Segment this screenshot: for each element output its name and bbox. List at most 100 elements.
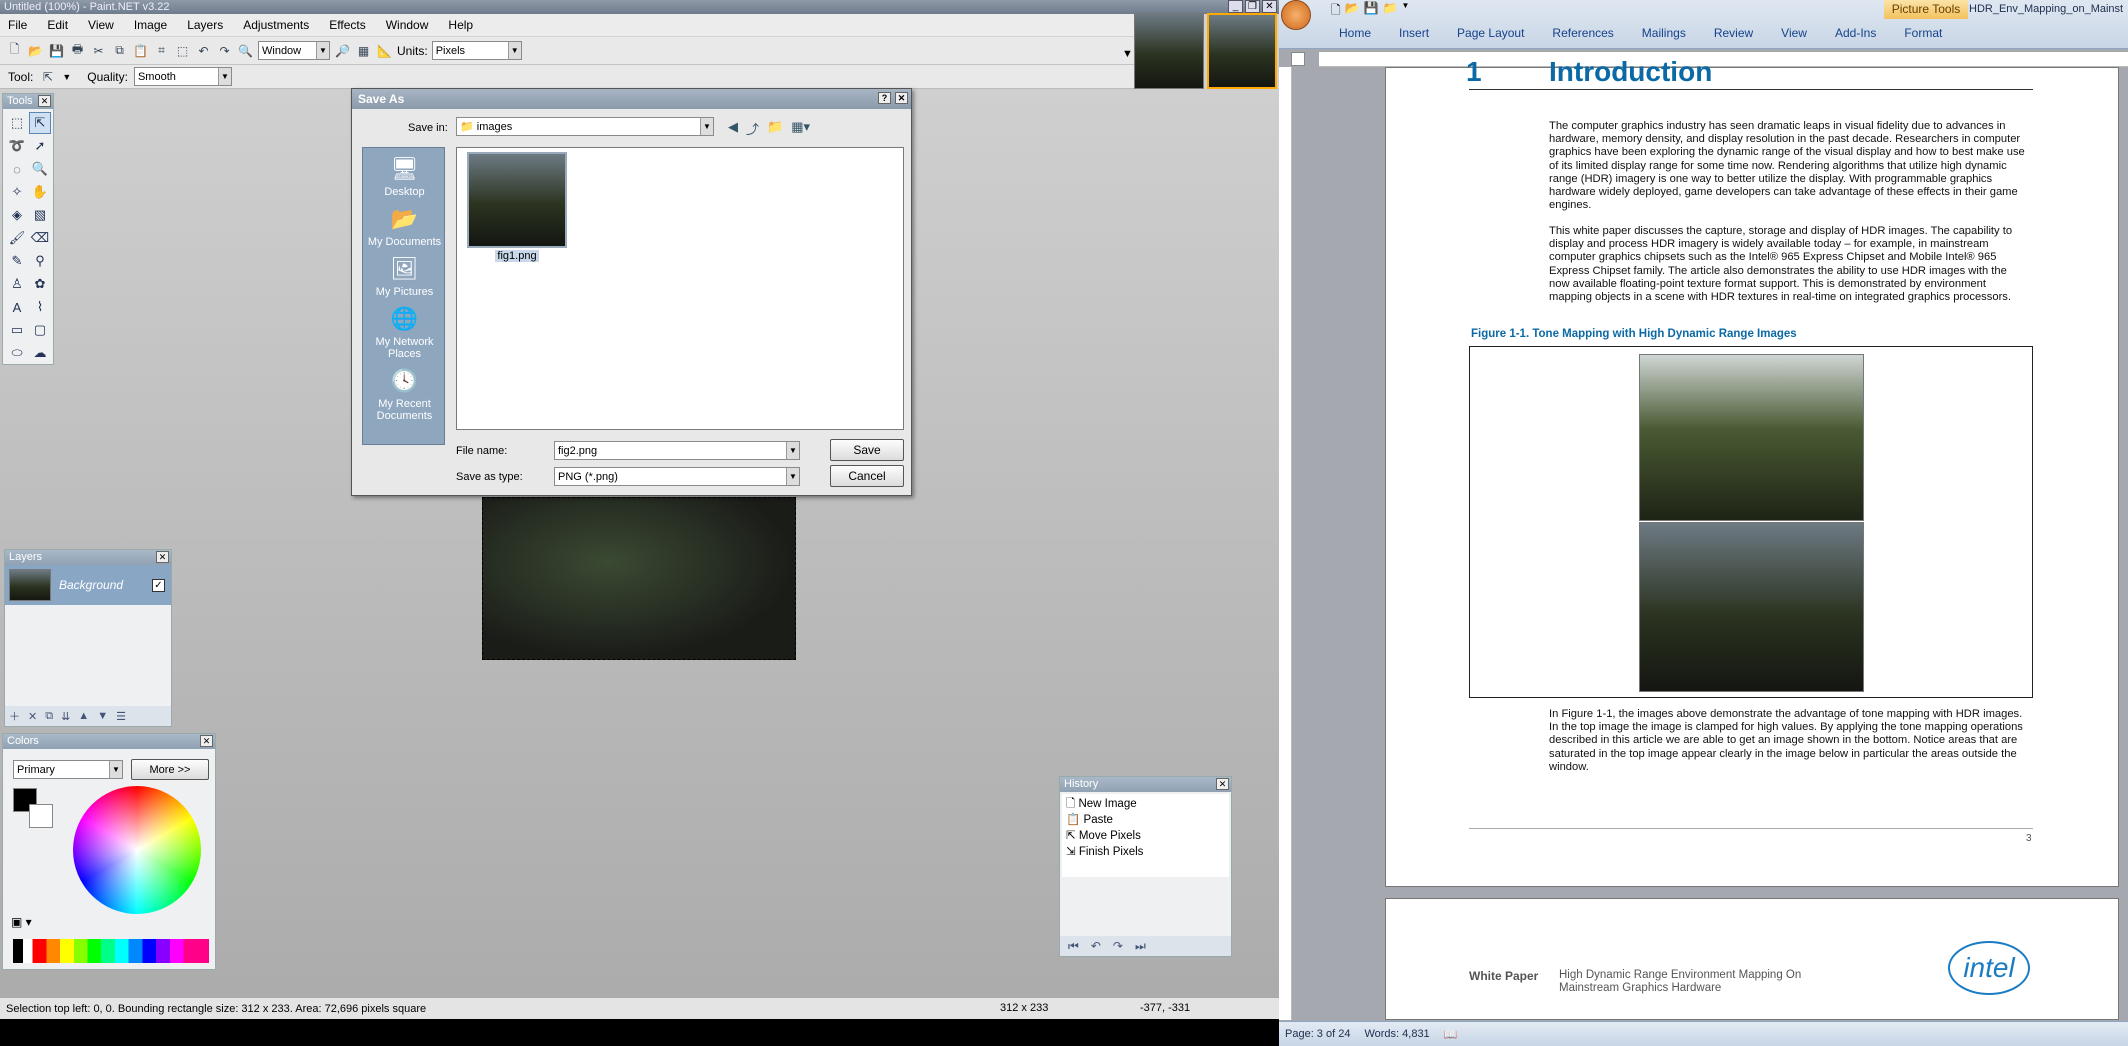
eraser-icon[interactable]: ⌫ <box>29 227 51 249</box>
new-icon[interactable]: 🗋 <box>1331 1 1341 22</box>
tab-home[interactable]: Home <box>1339 26 1371 40</box>
ellipse-select-icon[interactable]: ◌ <box>6 158 28 180</box>
text-icon[interactable]: A <box>6 296 28 318</box>
rounded-rectangle-icon[interactable]: ▢ <box>29 319 51 341</box>
ruler-toggle[interactable] <box>1291 52 1305 66</box>
menu-edit[interactable]: Edit <box>47 18 68 32</box>
folder-icon[interactable]: 📁 <box>1383 1 1398 22</box>
history-item[interactable]: 🗋 New Image <box>1062 796 1229 812</box>
paste-icon[interactable]: 📋 <box>132 42 149 59</box>
view-menu-icon[interactable]: ▦▾ <box>791 119 810 138</box>
move-selection-icon[interactable]: ⇱ <box>29 112 51 134</box>
tab-view[interactable]: View <box>1781 26 1807 40</box>
add-layer-icon[interactable]: ＋ <box>9 708 20 724</box>
toolbar-overflow-icon[interactable]: ▼ <box>1122 48 1133 60</box>
layer-row-background[interactable]: Background ✓ <box>5 565 171 605</box>
move-down-icon[interactable]: ▼ <box>97 710 108 722</box>
place-desktop[interactable]: 🖥 Desktop <box>363 154 446 198</box>
history-item[interactable]: ⇱ Move Pixels <box>1062 828 1229 844</box>
copy-icon[interactable]: ⧉ <box>111 42 128 59</box>
tab-page-layout[interactable]: Page Layout <box>1457 26 1524 40</box>
save-in-combo[interactable]: 📁 images ▼ <box>456 117 714 136</box>
help-icon[interactable]: ? <box>878 92 891 104</box>
back-icon[interactable]: ◀ <box>728 119 738 138</box>
layer-properties-icon[interactable]: ☰ <box>116 710 126 723</box>
menu-help[interactable]: Help <box>448 18 473 32</box>
paint-bucket-icon[interactable]: ◈ <box>6 204 28 226</box>
horizontal-ruler[interactable] <box>1319 52 2128 67</box>
undo-icon[interactable]: ↶ <box>1091 939 1101 953</box>
move-up-icon[interactable]: ▲ <box>78 710 89 722</box>
document-page[interactable]: White Paper High Dynamic Range Environme… <box>1385 898 2119 1020</box>
figure-image-top[interactable] <box>1639 354 1864 521</box>
undo-icon[interactable]: ↶ <box>195 42 212 59</box>
quality-combo[interactable]: Smooth ▼ <box>133 67 232 86</box>
image-tab-thumbnail-1[interactable] <box>1134 13 1204 89</box>
place-my-pictures[interactable]: 🖼 My Pictures <box>363 254 446 298</box>
vertical-ruler[interactable] <box>1279 67 1292 1020</box>
menu-file[interactable]: File <box>8 18 27 32</box>
color-palette-strip[interactable] <box>13 939 209 963</box>
close-icon[interactable]: ✕ <box>156 551 169 563</box>
lasso-icon[interactable]: ➰ <box>6 135 28 157</box>
office-button[interactable] <box>1281 0 1311 30</box>
open-icon[interactable]: 📂 <box>1345 1 1360 22</box>
save-as-type-combo[interactable]: PNG (*.png) ▼ <box>554 467 800 486</box>
restore-button[interactable]: ❐ <box>1245 0 1260 13</box>
history-item[interactable]: ⇲ Finish Pixels <box>1062 844 1229 860</box>
save-button[interactable]: Save <box>830 439 904 461</box>
pencil-icon[interactable]: ✎ <box>6 250 28 272</box>
fast-forward-icon[interactable]: ⏭ <box>1135 939 1146 954</box>
ellipse-icon[interactable]: ⬭ <box>6 342 28 364</box>
tab-review[interactable]: Review <box>1714 26 1753 40</box>
menu-adjustments[interactable]: Adjustments <box>243 18 309 32</box>
deselect-icon[interactable]: ⬚ <box>174 42 191 59</box>
menu-effects[interactable]: Effects <box>329 18 365 32</box>
zoom-in-icon[interactable]: 🔎 <box>334 42 351 59</box>
tab-mailings[interactable]: Mailings <box>1642 26 1686 40</box>
save-icon[interactable]: 💾 <box>1364 1 1379 22</box>
cut-icon[interactable]: ✂ <box>90 42 107 59</box>
rewind-icon[interactable]: ⏮ <box>1068 939 1079 954</box>
place-my-documents[interactable]: 📂 My Documents <box>363 204 446 248</box>
file-list[interactable]: fig1.png <box>456 147 904 430</box>
close-button[interactable]: ✕ <box>1262 0 1277 13</box>
color-picker-icon[interactable]: ⚲ <box>29 250 51 272</box>
menu-image[interactable]: Image <box>134 18 167 32</box>
tab-format[interactable]: Format <box>1904 26 1942 40</box>
cancel-button[interactable]: Cancel <box>830 465 904 487</box>
paintbrush-icon[interactable]: 🖌 <box>6 227 28 249</box>
zoom-combo[interactable]: Window ▼ <box>258 41 330 60</box>
palette-options-icon[interactable]: ▣ ▾ <box>11 915 32 929</box>
history-item[interactable]: 📋 Paste <box>1062 812 1229 828</box>
status-page[interactable]: Page: 3 of 24 <box>1285 1028 1350 1040</box>
save-icon[interactable]: 💾 <box>48 42 65 59</box>
zoom-icon[interactable]: 🔍 <box>29 158 51 180</box>
rulers-icon[interactable]: 📐 <box>376 42 393 59</box>
file-name-input[interactable]: fig2.png ▼ <box>554 441 800 460</box>
print-icon[interactable]: 🖶 <box>69 42 86 59</box>
place-recent[interactable]: 🕓 My Recent Documents <box>363 366 446 422</box>
close-icon[interactable]: ✕ <box>895 92 908 104</box>
zoom-out-icon[interactable]: 🔍 <box>237 42 254 59</box>
figure-image-bottom[interactable] <box>1639 522 1864 692</box>
rectangle-select-icon[interactable]: ⬚ <box>6 112 28 134</box>
freeform-shape-icon[interactable]: ☁ <box>29 342 51 364</box>
picture-tools-tab[interactable]: Picture Tools <box>1884 0 1968 19</box>
file-item[interactable]: fig1.png <box>467 152 567 262</box>
gradient-icon[interactable]: ▧ <box>29 204 51 226</box>
grid-icon[interactable]: ▦ <box>355 42 372 59</box>
magic-wand-icon[interactable]: ✧ <box>6 181 28 203</box>
proofing-icon[interactable]: 📖 <box>1444 1028 1458 1041</box>
place-network[interactable]: 🌐 My Network Places <box>363 304 446 360</box>
pan-icon[interactable]: ✋ <box>29 181 51 203</box>
open-icon[interactable]: 📂 <box>27 42 44 59</box>
merge-down-icon[interactable]: ⇊ <box>61 710 70 723</box>
status-words[interactable]: Words: 4,831 <box>1364 1028 1429 1040</box>
color-wheel[interactable] <box>73 786 201 914</box>
menu-view[interactable]: View <box>88 18 114 32</box>
line-curve-icon[interactable]: ⌇ <box>29 296 51 318</box>
chevron-down-icon[interactable]: ▼ <box>1402 1 1410 22</box>
menu-window[interactable]: Window <box>386 18 429 32</box>
document-page[interactable]: 1 Introduction The computer graphics ind… <box>1385 56 2119 887</box>
